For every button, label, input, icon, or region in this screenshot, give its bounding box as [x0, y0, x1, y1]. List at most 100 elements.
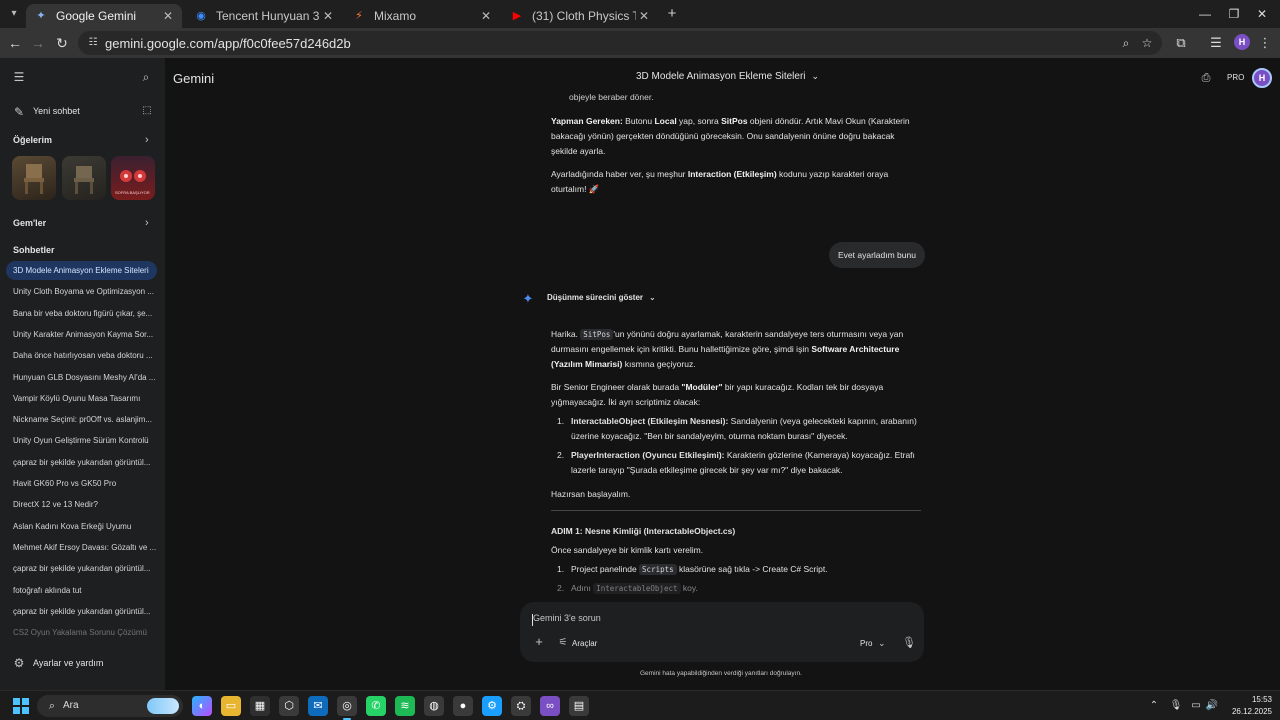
user-message: Evet ayarladım bunu — [829, 242, 925, 268]
url-text[interactable]: gemini.google.com/app/f0c0fee57d246d2b — [105, 36, 351, 51]
chat-item[interactable]: Unity Oyun Geliştirme Sürüm Kontrolü — [6, 431, 157, 450]
settings-app-icon[interactable]: ⛭ — [511, 696, 531, 716]
unity-hub-icon[interactable]: ⬡ — [279, 696, 299, 716]
chat-item[interactable]: Havit GK60 Pro vs GK50 Pro — [6, 474, 157, 493]
list-number: 1. — [557, 564, 565, 574]
chat-item[interactable]: Hunyuan GLB Dosyasını Meshy AI'da ... — [6, 368, 157, 387]
chevron-right-icon[interactable]: › — [145, 217, 149, 229]
chevron-right-icon[interactable]: › — [145, 134, 149, 146]
chat-item[interactable]: DirectX 12 ve 13 Nedir? — [6, 495, 157, 514]
extensions-icon[interactable]: ⧉ — [1172, 34, 1190, 52]
back-arrow-icon[interactable]: ← — [6, 34, 24, 52]
close-tab-icon[interactable]: ✕ — [636, 9, 652, 23]
tray-volume-icon[interactable]: 🔊 — [1205, 699, 1219, 713]
text: kısmına geçiyoruz. — [622, 359, 696, 369]
show-thinking-button[interactable]: Düşünme sürecini göster ⌄ — [547, 293, 656, 302]
conversation-title[interactable]: 3D Modele Animasyon Ekleme Siteleri ⌄ — [636, 71, 819, 82]
microphone-icon[interactable]: 🎙 — [902, 636, 916, 650]
notepad-icon[interactable]: ▤ — [569, 696, 589, 716]
chrome-icon[interactable]: ◎ — [337, 696, 357, 720]
search-icon[interactable]: ⌕ — [138, 69, 154, 85]
item-thumbnail-chair-2[interactable] — [62, 156, 106, 200]
settings-help-button[interactable]: ⚙ Ayarlar ve yardım — [0, 654, 165, 672]
steam-icon[interactable]: ⚙ — [482, 696, 502, 716]
chat-item[interactable]: 3D Modele Animasyon Ekleme Siteleri — [6, 261, 157, 280]
item-thumbnail-chair[interactable] — [12, 156, 56, 200]
spotify-icon[interactable]: ≋ — [395, 696, 415, 716]
chevron-down-icon[interactable]: ⌄ — [878, 638, 886, 649]
bold-text: InteractableObject (Etkileşim Nesnesi): — [571, 416, 729, 426]
chat-item[interactable]: Unity Karakter Animasyon Kayma Sor... — [6, 325, 157, 344]
tab-google-gemini[interactable]: ✦ Google Gemini ✕ — [26, 4, 182, 28]
windows-start-icon[interactable] — [13, 698, 29, 714]
youtube-icon: ▶ — [512, 10, 522, 22]
bookmark-star-icon[interactable]: ☆ — [1140, 36, 1154, 50]
close-tab-icon[interactable]: ✕ — [478, 9, 494, 23]
chat-item[interactable]: Nickname Seçimi: pr0Off vs. aslanjim... — [6, 410, 157, 429]
chat-item[interactable]: Vampir Köylü Oyunu Masa Tasarımı — [6, 389, 157, 408]
text: Bir Senior Engineer olarak burada — [551, 382, 682, 392]
window-close-icon[interactable]: ✕ — [1252, 6, 1272, 22]
model-selector[interactable]: Pro — [860, 639, 872, 648]
chat-item[interactable]: Unity Cloth Boyama ve Optimizasyon ... — [6, 282, 157, 301]
tab-title: Mixamo — [374, 9, 417, 23]
mail-icon[interactable]: ✉ — [308, 696, 328, 716]
item-thumbnail-poster[interactable]: SOFRA BAŞLIYOR — [111, 156, 155, 200]
restore-icon[interactable]: ❐ — [1224, 6, 1244, 22]
profile-avatar[interactable]: H — [1234, 34, 1250, 50]
text: koy. — [680, 583, 698, 593]
forward-arrow-icon[interactable]: → — [29, 34, 47, 52]
whatsapp-icon[interactable]: ✆ — [366, 696, 386, 716]
address-bar[interactable]: ☷ gemini.google.com/app/f0c0fee57d246d2b… — [78, 31, 1162, 55]
add-file-plus-icon[interactable]: + — [532, 635, 546, 649]
tools-sliders-icon[interactable]: ⚟ — [557, 637, 569, 649]
prompt-input[interactable]: Gemini 3'e sorun — [533, 613, 601, 623]
share-icon[interactable]: ⎙ — [1198, 70, 1214, 86]
tray-microphone-icon[interactable]: 🎙 — [1169, 699, 1183, 713]
zoom-icon[interactable]: ⌕ — [1119, 36, 1133, 50]
file-explorer-icon[interactable]: ▭ — [221, 696, 241, 716]
chat-item[interactable]: Mehmet Akif Ersoy Davası: Gözaltı ve ... — [6, 538, 157, 557]
chat-item[interactable]: Bana bir veba doktoru figürü çıkar, şe..… — [6, 304, 157, 323]
edit-icon: ✎ — [13, 105, 25, 119]
tray-chevron-up-icon[interactable]: ⌃ — [1147, 699, 1161, 713]
browser-tab-bar: ▾ ✦ Google Gemini ✕ ◉ Tencent Hunyuan 3D… — [0, 0, 1280, 28]
account-avatar[interactable]: H — [1252, 68, 1272, 88]
visual-studio-icon[interactable]: ∞ — [540, 696, 560, 716]
media-control-icon[interactable]: ☰ — [1207, 34, 1225, 52]
list-item: 1. InteractableObject (Etkileşim Nesnesi… — [557, 414, 923, 444]
temporary-chat-icon[interactable]: ⬚ — [139, 103, 155, 119]
close-tab-icon[interactable]: ✕ — [160, 9, 176, 23]
browser-menu-icon[interactable]: ⋮ — [1256, 34, 1274, 52]
chat-item[interactable]: Aslan Kadını Kova Erkeği Uyumu — [6, 517, 157, 536]
tab-cloth-physics-youtube[interactable]: ▶ (31) Cloth Physics Tutorial Unity ✕ — [502, 4, 658, 28]
chat-item[interactable]: çapraz bir şekilde yukarıdan görüntül... — [6, 602, 157, 621]
site-info-icon[interactable]: ☷ — [86, 36, 100, 50]
gems-header[interactable]: Gem'ler — [13, 218, 46, 228]
tab-tencent-hunyuan[interactable]: ◉ Tencent Hunyuan 3D ✕ — [186, 4, 342, 28]
chat-item[interactable]: fotoğrafı aklında tut — [6, 581, 157, 600]
close-tab-icon[interactable]: ✕ — [320, 9, 336, 23]
chat-item[interactable]: CS2 Oyun Yakalama Sorunu Çözümü — [6, 623, 157, 642]
chat-item[interactable]: çapraz bir şekilde yukarıdan görüntül... — [6, 559, 157, 578]
hamburger-menu-icon[interactable]: ☰ — [11, 69, 27, 85]
github-icon[interactable]: ● — [453, 696, 473, 716]
gemini-logo-text[interactable]: Gemini — [173, 71, 214, 86]
chat-item[interactable]: Daha önce hatırlıyosan veba doktoru ... — [6, 346, 157, 365]
minimize-icon[interactable]: — — [1195, 6, 1215, 22]
tray-display-icon[interactable]: ▭ — [1189, 699, 1203, 713]
my-items-header[interactable]: Öğelerim — [13, 135, 52, 145]
new-tab-plus-icon[interactable]: + — [664, 6, 680, 22]
chevron-down-icon: ⌄ — [649, 293, 656, 302]
reload-icon[interactable]: ↻ — [53, 34, 71, 52]
search-label: Ara — [63, 700, 79, 711]
copilot-icon[interactable]: ◐ — [192, 696, 212, 716]
taskbar-clock[interactable]: 15:53 26.12.2025 — [1224, 694, 1272, 718]
store-icon[interactable]: ▦ — [250, 696, 270, 716]
taskbar-search[interactable]: ⌕ Ara — [37, 695, 183, 717]
epic-games-icon[interactable]: ◍ — [424, 696, 444, 716]
chat-item[interactable]: çapraz bir şekilde yukarıdan görüntül... — [6, 453, 157, 472]
tab-search-icon[interactable]: ▾ — [6, 6, 22, 22]
tools-button[interactable]: Araçlar — [572, 639, 597, 648]
tab-mixamo[interactable]: ⚡ Mixamo ✕ — [344, 4, 500, 28]
